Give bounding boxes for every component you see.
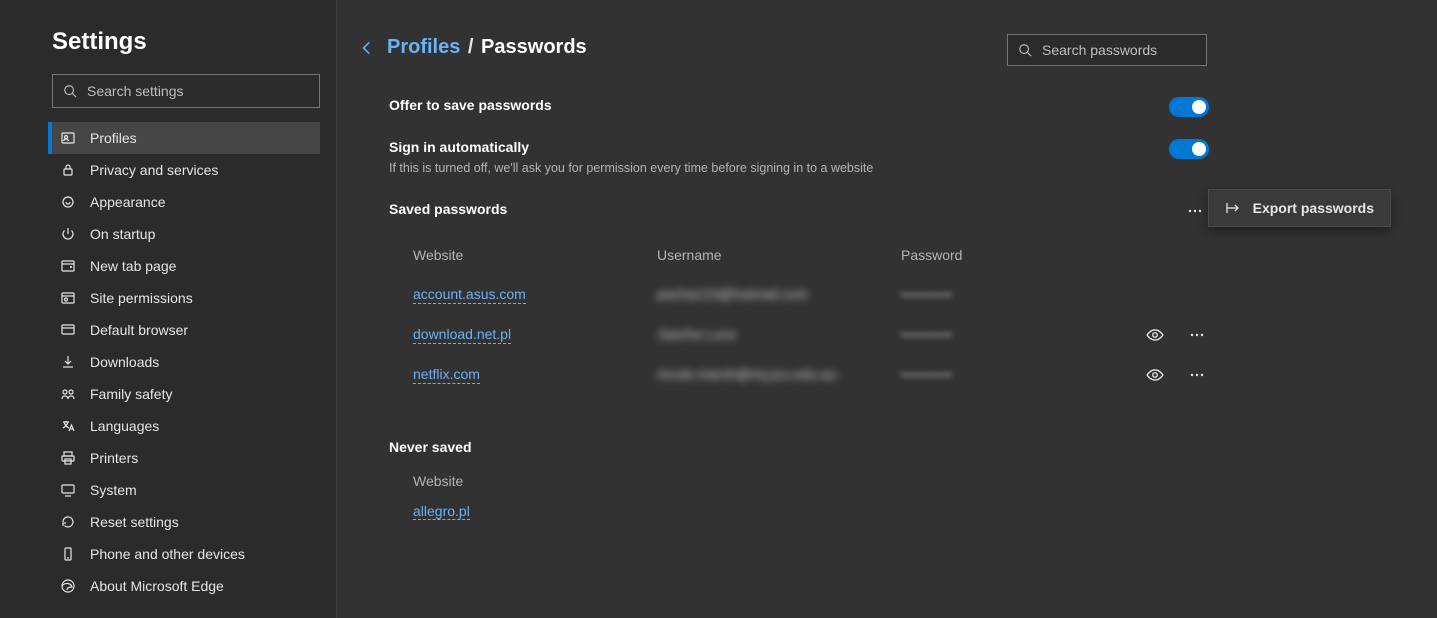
page-title: Settings: [0, 28, 336, 74]
system-icon: [60, 482, 76, 498]
website-link[interactable]: download.net.pl: [413, 326, 511, 344]
sidebar-item-family[interactable]: Family safety: [0, 378, 336, 410]
sidebar-item-label: Profiles: [90, 130, 137, 146]
sidebar-item-privacy[interactable]: Privacy and services: [0, 154, 336, 186]
table-row: download.net.pl Jascha Luca ••••••••••: [413, 315, 1209, 355]
sidebar-item-permissions[interactable]: Site permissions: [0, 282, 336, 314]
sidebar-item-startup[interactable]: On startup: [0, 218, 336, 250]
saved-passwords-heading: Saved passwords Export passwords: [389, 201, 1209, 217]
export-icon: [1225, 200, 1253, 216]
col-username: Username: [657, 247, 901, 263]
never-saved-row: allegro.pl: [413, 503, 1209, 521]
col-website: Website: [413, 247, 657, 263]
saved-passwords-table: Website Username Password account.asus.c…: [413, 235, 1209, 395]
breadcrumb-parent[interactable]: Profiles: [387, 36, 460, 58]
sidebar-item-downloads[interactable]: Downloads: [0, 346, 336, 378]
toggle-offer-save[interactable]: [1169, 97, 1209, 117]
sidebar-item-reset[interactable]: Reset settings: [0, 506, 336, 538]
topbar: Profiles / Passwords: [357, 36, 1409, 59]
export-passwords-menu-item[interactable]: Export passwords: [1208, 189, 1391, 227]
table-row: account.asus.com pacha123@hotmail.com ••…: [413, 275, 1209, 315]
reset-icon: [60, 514, 76, 530]
reveal-password-button[interactable]: [1143, 363, 1167, 387]
sidebar-item-profiles[interactable]: Profiles: [52, 122, 320, 154]
newtab-icon: [60, 258, 76, 274]
toggle-signin-auto[interactable]: [1169, 139, 1209, 159]
sidebar-item-label: Family safety: [90, 386, 172, 402]
profile-icon: [60, 130, 76, 146]
language-icon: [60, 418, 76, 434]
breadcrumb-current: Passwords: [481, 36, 587, 58]
sidebar-search-input[interactable]: [87, 83, 309, 99]
sidebar-item-label: Site permissions: [90, 290, 193, 306]
setting-signin-auto: Sign in automatically If this is turned …: [389, 139, 1209, 175]
username-value: nicole.marsh@my.jcu.edu.au: [657, 366, 837, 382]
printer-icon: [60, 450, 76, 466]
section-label: Saved passwords: [389, 201, 507, 217]
settings-sidebar: Settings Profiles Privacy and services A…: [0, 0, 337, 618]
sidebar-item-label: Appearance: [90, 194, 166, 210]
saved-passwords-more-button[interactable]: [1181, 197, 1209, 225]
table-row: netflix.com nicole.marsh@my.jcu.edu.au •…: [413, 355, 1209, 395]
sidebar-item-label: Printers: [90, 450, 138, 466]
username-value: Jascha Luca: [657, 326, 736, 342]
export-label: Export passwords: [1253, 200, 1374, 216]
family-icon: [60, 386, 76, 402]
never-saved-column: Website: [413, 473, 1209, 489]
sidebar-nav: Profiles Privacy and services Appearance…: [0, 118, 336, 602]
website-link[interactable]: allegro.pl: [413, 503, 470, 520]
search-icon: [63, 84, 77, 98]
sidebar-item-label: New tab page: [90, 258, 176, 274]
sidebar-item-printers[interactable]: Printers: [0, 442, 336, 474]
website-link[interactable]: account.asus.com: [413, 286, 526, 304]
sidebar-item-label: Privacy and services: [90, 162, 218, 178]
sidebar-item-about[interactable]: About Microsoft Edge: [0, 570, 336, 602]
power-icon: [60, 226, 76, 242]
sidebar-item-label: On startup: [90, 226, 155, 242]
sidebar-item-label: Downloads: [90, 354, 159, 370]
reveal-password-button[interactable]: [1143, 323, 1167, 347]
never-saved-heading: Never saved: [389, 439, 1209, 455]
row-more-button[interactable]: [1185, 323, 1209, 347]
sidebar-item-label: About Microsoft Edge: [90, 578, 224, 594]
sidebar-item-appearance[interactable]: Appearance: [0, 186, 336, 218]
row-more-button[interactable]: [1185, 363, 1209, 387]
search-passwords-input[interactable]: [1042, 42, 1223, 58]
password-value: ••••••••••: [901, 288, 953, 302]
browser-icon: [60, 322, 76, 338]
sidebar-item-languages[interactable]: Languages: [0, 410, 336, 442]
sidebar-item-label: Languages: [90, 418, 159, 434]
sidebar-item-system[interactable]: System: [0, 474, 336, 506]
setting-description: If this is turned off, we'll ask you for…: [389, 161, 1209, 175]
sidebar-item-label: Phone and other devices: [90, 546, 245, 562]
breadcrumb-separator: /: [468, 36, 474, 58]
phone-icon: [60, 546, 76, 562]
sidebar-item-label: Reset settings: [90, 514, 179, 530]
sidebar-item-newtab[interactable]: New tab page: [0, 250, 336, 282]
col-password: Password: [901, 247, 1091, 263]
setting-title: Sign in automatically: [389, 139, 1209, 155]
username-value: pacha123@hotmail.com: [657, 286, 808, 302]
main-content: Profiles / Passwords Offer to save passw…: [337, 0, 1437, 618]
password-value: ••••••••••: [901, 328, 953, 342]
sidebar-item-default-browser[interactable]: Default browser: [0, 314, 336, 346]
password-value: ••••••••••: [901, 368, 953, 382]
lock-icon: [60, 162, 76, 178]
setting-title: Offer to save passwords: [389, 97, 1209, 113]
sidebar-item-label: System: [90, 482, 137, 498]
appearance-icon: [60, 194, 76, 210]
back-button[interactable]: [357, 38, 377, 58]
edge-icon: [60, 578, 76, 594]
search-passwords[interactable]: [1007, 34, 1207, 66]
sidebar-item-phone[interactable]: Phone and other devices: [0, 538, 336, 570]
search-icon: [1018, 43, 1032, 57]
breadcrumb: Profiles / Passwords: [387, 36, 587, 59]
sidebar-search[interactable]: [52, 74, 320, 108]
permissions-icon: [60, 290, 76, 306]
download-icon: [60, 354, 76, 370]
setting-offer-save: Offer to save passwords: [389, 97, 1209, 113]
sidebar-item-label: Default browser: [90, 322, 188, 338]
table-header: Website Username Password: [413, 235, 1209, 275]
website-link[interactable]: netflix.com: [413, 366, 480, 384]
